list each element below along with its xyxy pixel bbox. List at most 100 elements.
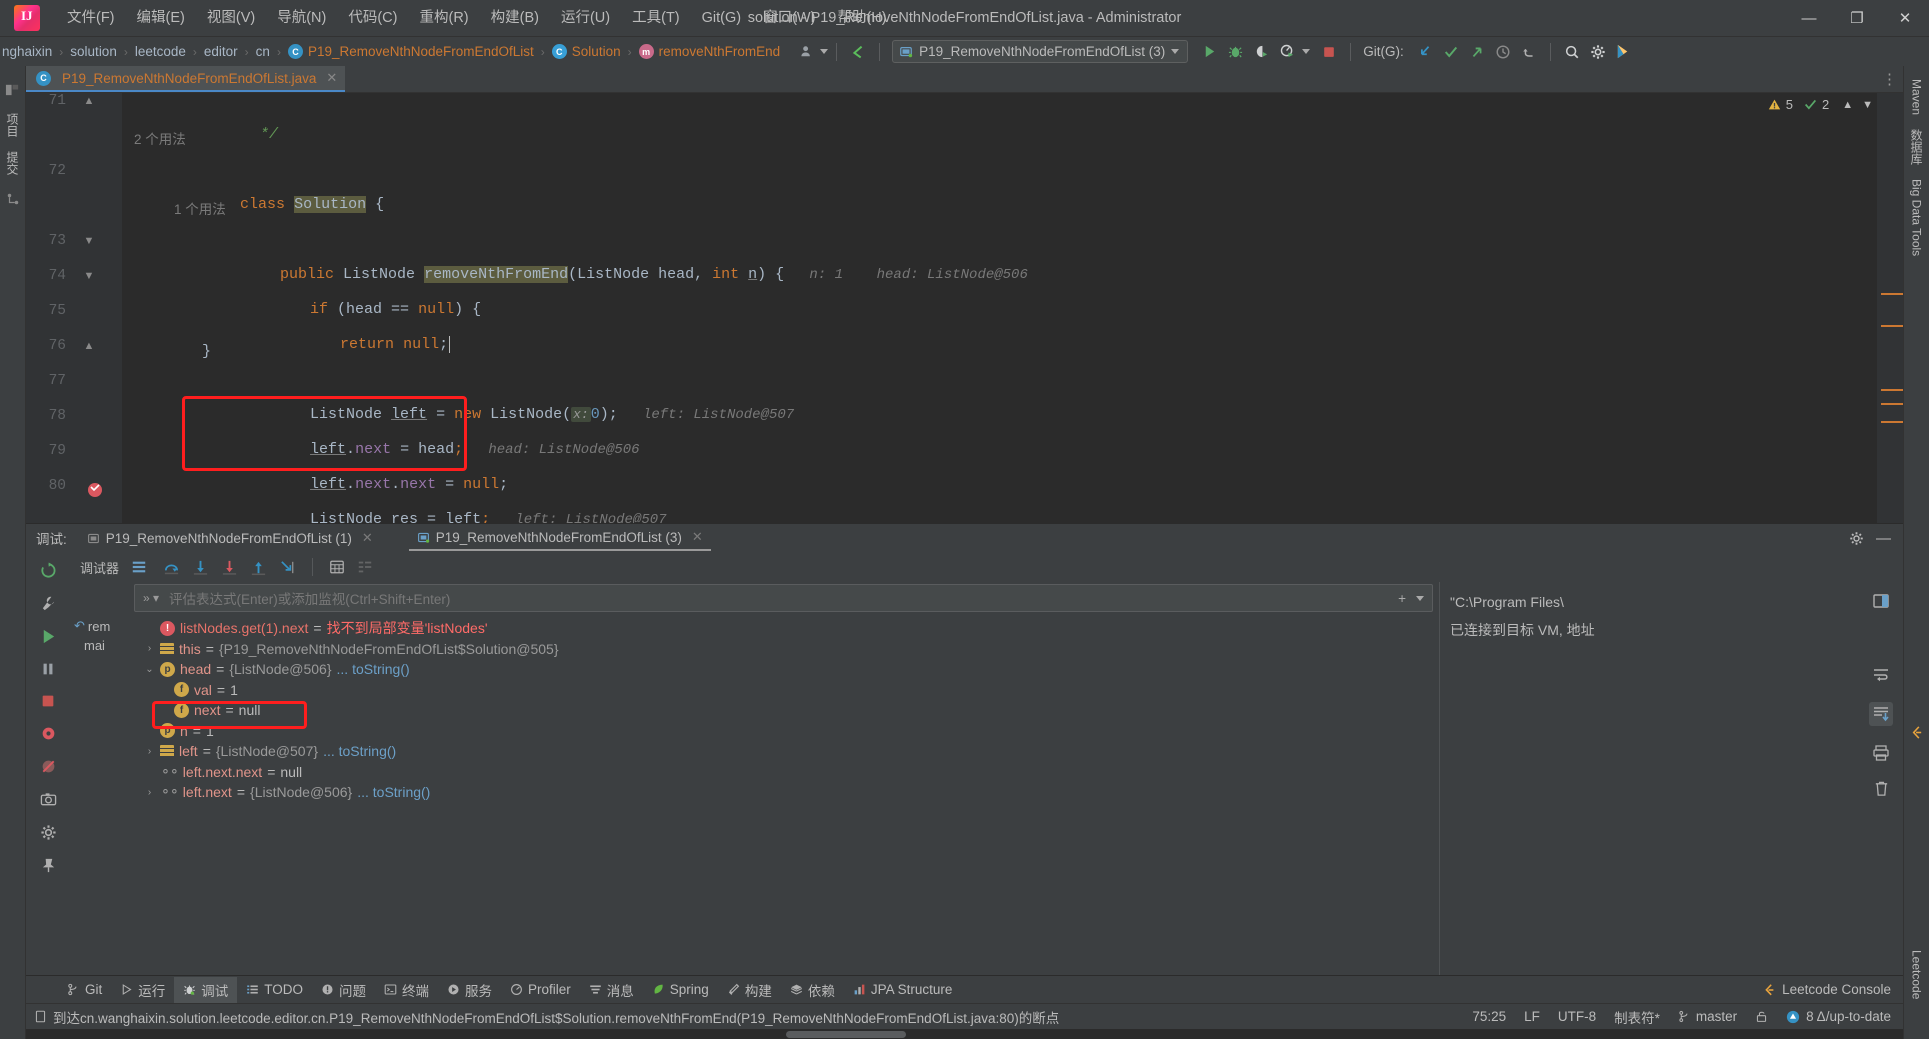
rail-label-leetcode[interactable]: Leetcode bbox=[1910, 950, 1924, 999]
lock-icon[interactable] bbox=[1755, 1010, 1768, 1023]
watch-caret-icon[interactable] bbox=[1416, 595, 1424, 601]
menu-code[interactable]: 代码(C) bbox=[337, 4, 408, 32]
notifications-icon[interactable] bbox=[1907, 723, 1927, 743]
rerun-icon[interactable] bbox=[40, 562, 57, 579]
show-execution-point-icon[interactable] bbox=[357, 559, 373, 575]
step-over-icon[interactable] bbox=[163, 559, 180, 576]
scrollbar-thumb[interactable] bbox=[786, 1031, 906, 1038]
search-icon[interactable] bbox=[1561, 41, 1583, 63]
step-into-icon[interactable] bbox=[192, 559, 209, 576]
horizontal-scrollbar[interactable] bbox=[26, 1029, 1903, 1039]
variable-row[interactable]: p n = 1 bbox=[144, 721, 1439, 742]
menu-build[interactable]: 构建(B) bbox=[480, 4, 550, 32]
editor-gutter[interactable]: 71 72 73 74 75 76 77 78 79 80 ▲ ▼ ▼ ▲ bbox=[26, 93, 122, 523]
project-tool-icon[interactable] bbox=[3, 79, 23, 99]
fold-end-icon[interactable]: ▲ bbox=[82, 95, 96, 107]
toolwin-run[interactable]: 运行 bbox=[111, 977, 174, 1003]
editor-right-margin[interactable] bbox=[1877, 93, 1903, 523]
file-encoding[interactable]: UTF-8 bbox=[1558, 1009, 1596, 1024]
variables-panel[interactable]: » ▾ 评估表达式(Enter)或添加监视(Ctrl+Shift+Enter) … bbox=[132, 582, 1439, 975]
caret-position[interactable]: 75:25 bbox=[1472, 1009, 1506, 1024]
variable-row[interactable]: ! listNodes.get(1).next = 找不到局部变量'listNo… bbox=[144, 618, 1439, 639]
line-separator[interactable]: LF bbox=[1524, 1009, 1540, 1024]
stop-button[interactable] bbox=[1318, 41, 1340, 63]
menu-view[interactable]: 视图(V) bbox=[196, 4, 266, 32]
minimize-button[interactable]: — bbox=[1785, 0, 1833, 36]
print-icon[interactable] bbox=[1872, 744, 1890, 762]
breadcrumb-item-3[interactable]: editor bbox=[202, 44, 240, 59]
variable-row[interactable]: › this = {P19_RemoveNthNodeFromEndOfList… bbox=[144, 639, 1439, 660]
chevron-down-icon[interactable]: ▼ bbox=[1862, 99, 1873, 111]
inspection-widget[interactable]: 5 2 ▲ ▼ bbox=[1768, 97, 1873, 112]
fold-start-icon[interactable]: ▼ bbox=[82, 270, 96, 282]
toolwin-jpa[interactable]: JPA Structure bbox=[844, 979, 962, 1000]
usage-hint-class[interactable]: 2 个用法 bbox=[134, 126, 186, 154]
debug-session-tab-2[interactable]: P19_RemoveNthNodeFromEndOfList (3) ✕ bbox=[408, 525, 711, 551]
settings-gear-icon[interactable] bbox=[1587, 41, 1609, 63]
rail-label-database[interactable]: 数据库 bbox=[1908, 129, 1925, 165]
menu-refactor[interactable]: 重构(R) bbox=[408, 4, 479, 32]
variable-row[interactable]: › left = {ListNode@507} ... toString() bbox=[144, 741, 1439, 762]
close-button[interactable]: ✕ bbox=[1881, 0, 1929, 36]
toolwin-spring[interactable]: Spring bbox=[643, 979, 718, 1000]
stop-program-icon[interactable] bbox=[40, 693, 56, 709]
menu-tools[interactable]: 工具(T) bbox=[621, 4, 691, 32]
maximize-button[interactable]: ❐ bbox=[1833, 0, 1881, 36]
breadcrumb-item-0[interactable]: nghaixin bbox=[0, 44, 54, 59]
user-avatar-icon[interactable] bbox=[796, 41, 818, 63]
breadcrumb-item-4[interactable]: cn bbox=[254, 44, 272, 59]
fold-start-icon[interactable]: ▼ bbox=[82, 235, 96, 247]
menu-file[interactable]: 文件(F) bbox=[56, 4, 126, 32]
menu-help[interactable]: 帮助(H) bbox=[826, 4, 897, 32]
breadcrumb-item-class[interactable]: C Solution bbox=[550, 44, 623, 59]
watch-row[interactable]: › ⚬⚬ left.next = {ListNode@506} ... toSt… bbox=[144, 782, 1439, 803]
scroll-to-end-icon[interactable] bbox=[1869, 702, 1893, 726]
variable-tostring[interactable]: ... toString() bbox=[337, 661, 410, 677]
run-config-caret-icon[interactable] bbox=[1171, 49, 1180, 54]
variable-row[interactable]: ⌄ p head = {ListNode@506} ... toString() bbox=[144, 659, 1439, 680]
fold-end-icon[interactable]: ▲ bbox=[82, 340, 96, 352]
update-project-icon[interactable] bbox=[847, 41, 869, 63]
git-history-icon[interactable] bbox=[1492, 41, 1514, 63]
history-chevron-icon[interactable]: » ▾ bbox=[143, 591, 159, 605]
toolwin-git[interactable]: Git bbox=[58, 979, 111, 1000]
menu-window[interactable]: 窗口(W) bbox=[752, 4, 826, 32]
frames-panel[interactable]: ↶ rem mai bbox=[70, 582, 132, 975]
pause-program-icon[interactable] bbox=[40, 661, 56, 677]
toolwin-profiler[interactable]: Profiler bbox=[501, 979, 580, 1000]
leetcode-plugin-icon[interactable] bbox=[1613, 41, 1635, 63]
close-icon[interactable]: ✕ bbox=[692, 529, 703, 545]
debug-session-tab-1[interactable]: P19_RemoveNthNodeFromEndOfList (1) ✕ bbox=[79, 526, 381, 550]
sync-status-widget[interactable]: 8 Δ/up-to-date bbox=[1786, 1009, 1891, 1024]
rail-label-bigdatatools[interactable]: Big Data Tools bbox=[1910, 179, 1924, 256]
close-icon[interactable]: ✕ bbox=[362, 530, 373, 546]
git-update-icon[interactable] bbox=[1414, 41, 1436, 63]
rail-label-maven[interactable]: Maven bbox=[1910, 79, 1924, 115]
breadcrumb-item-class-file[interactable]: C P19_RemoveNthNodeFromEndOfList bbox=[286, 44, 536, 59]
expand-arrow-icon[interactable]: › bbox=[144, 746, 155, 757]
evaluate-expression-input[interactable]: » ▾ 评估表达式(Enter)或添加监视(Ctrl+Shift+Enter) … bbox=[134, 584, 1433, 612]
toolwin-services[interactable]: 服务 bbox=[438, 977, 501, 1003]
toolwin-dependencies[interactable]: 依赖 bbox=[781, 977, 844, 1003]
variable-tostring[interactable]: ... toString() bbox=[357, 784, 430, 800]
force-step-into-icon[interactable] bbox=[221, 559, 238, 576]
layout-settings-icon[interactable] bbox=[131, 559, 147, 575]
structure-tool-icon[interactable] bbox=[3, 189, 23, 209]
clear-all-icon[interactable] bbox=[1873, 780, 1890, 797]
git-rollback-icon[interactable] bbox=[1518, 41, 1540, 63]
menu-navigate[interactable]: 导航(N) bbox=[266, 4, 337, 32]
profile-caret-icon[interactable] bbox=[1302, 49, 1311, 54]
editor-tab-file[interactable]: C P19_RemoveNthNodeFromEndOfList.java ✕ bbox=[26, 66, 346, 92]
pin-icon[interactable] bbox=[40, 857, 57, 874]
expand-arrow-icon[interactable]: › bbox=[144, 787, 155, 798]
code-editor[interactable]: 71 72 73 74 75 76 77 78 79 80 ▲ ▼ ▼ ▲ */… bbox=[26, 93, 1903, 523]
menu-edit[interactable]: 编辑(E) bbox=[126, 4, 196, 32]
breakpoint-icon[interactable] bbox=[88, 483, 102, 497]
run-configuration-selector[interactable]: P19_RemoveNthNodeFromEndOfList (3) bbox=[892, 40, 1189, 63]
rail-label-commit[interactable]: 提交 bbox=[4, 151, 21, 175]
debug-settings-icon[interactable] bbox=[40, 824, 57, 841]
menu-run[interactable]: 运行(U) bbox=[550, 4, 621, 32]
mute-breakpoints-icon[interactable] bbox=[40, 758, 57, 775]
step-out-icon[interactable] bbox=[250, 559, 267, 576]
settings-gear-icon[interactable] bbox=[1849, 531, 1864, 546]
